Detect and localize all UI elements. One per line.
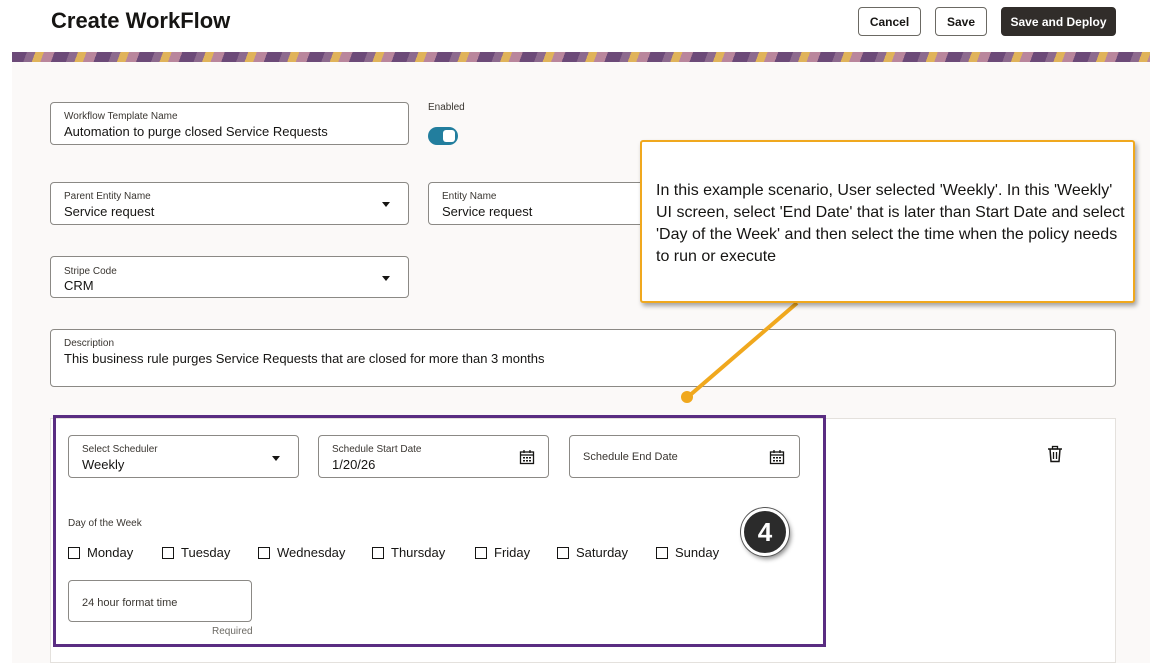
save-button[interactable]: Save	[935, 7, 987, 36]
enabled-label: Enabled	[428, 102, 465, 113]
parent-entity-label: Parent Entity Name	[64, 191, 151, 202]
toggle-knob	[443, 130, 455, 142]
description-label: Description	[64, 338, 115, 349]
entity-name-label: Entity Name	[442, 191, 497, 202]
stripe-code-value: CRM	[64, 278, 94, 293]
parent-entity-value: Service request	[64, 204, 155, 219]
chevron-down-icon	[382, 276, 390, 281]
parent-entity-select[interactable]: Parent Entity Name Service request	[50, 182, 409, 225]
decorative-banner	[12, 52, 1150, 62]
chevron-down-icon	[382, 202, 390, 207]
page-title: Create WorkFlow	[51, 8, 231, 33]
workflow-template-name-field[interactable]: Workflow Template Name Automation to pur…	[50, 102, 409, 145]
stripe-code-select[interactable]: Stripe Code CRM	[50, 256, 409, 298]
enabled-toggle[interactable]	[428, 127, 458, 145]
callout-text: In this example scenario, User selected …	[656, 182, 1125, 265]
page-header: Create WorkFlow Cancel Save Save and Dep…	[0, 0, 1150, 52]
description-field[interactable]: Description This business rule purges Se…	[50, 329, 1116, 387]
entity-name-value: Service request	[442, 204, 533, 219]
description-value: This business rule purges Service Reques…	[64, 351, 545, 366]
step-number-badge: 4	[741, 508, 789, 556]
cancel-button[interactable]: Cancel	[858, 7, 921, 36]
trash-icon[interactable]	[1046, 445, 1064, 463]
stripe-code-label: Stripe Code	[64, 266, 117, 277]
instruction-callout: In this example scenario, User selected …	[640, 140, 1135, 303]
save-and-deploy-button[interactable]: Save and Deploy	[1001, 7, 1116, 36]
workflow-template-name-value: Automation to purge closed Service Reque…	[64, 124, 328, 139]
workflow-template-name-label: Workflow Template Name	[64, 111, 178, 122]
highlight-frame	[53, 415, 826, 647]
